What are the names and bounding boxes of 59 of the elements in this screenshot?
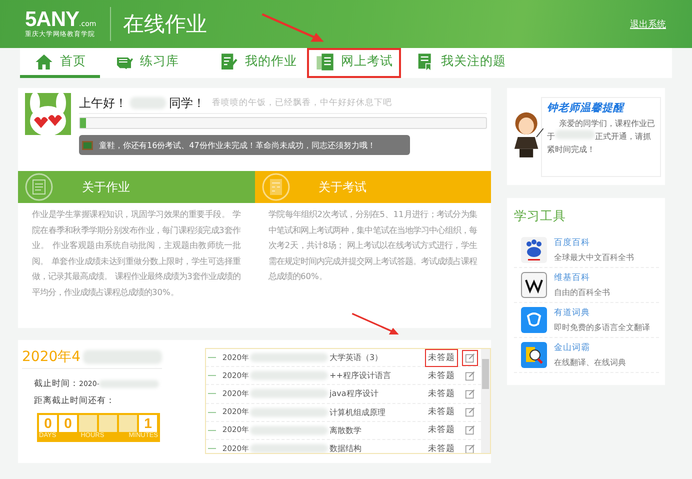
tool-description: 即时免费的多语言全文翻译 — [554, 322, 650, 333]
nav-tab[interactable]: 我的作业 — [205, 48, 307, 78]
calculator-circle-icon — [260, 172, 290, 202]
edit-icon[interactable] — [465, 388, 475, 399]
nav-tab[interactable]: 网上考试 — [307, 48, 401, 78]
cartoon-avatar — [25, 93, 71, 135]
exam-title: 2020年4 — [22, 348, 81, 366]
panel-title: 关于考试 — [318, 178, 366, 196]
edit-icon[interactable] — [465, 370, 475, 381]
tool-description: 全球最大中文百科全书 — [554, 252, 634, 263]
greeting-text: 上午好！ — [79, 94, 127, 112]
nav-tab[interactable]: 我关注的题 — [401, 48, 520, 78]
paw-icon[interactable] — [521, 237, 547, 263]
remaining-label: 距离截止时间还有： — [34, 395, 115, 407]
greeting-subtitle: 香喷喷的午饭，已经飘香，中午好好休息下吧 — [212, 97, 392, 109]
exam-course-link[interactable]: 大学英语（3） — [330, 352, 383, 364]
exam-course-link[interactable]: 计算机组成原理 — [330, 406, 386, 418]
exam-course-link[interactable]: java程序设计 — [330, 388, 378, 400]
edit-icon[interactable] — [465, 407, 475, 418]
tool-link[interactable]: 有道词典 — [554, 307, 650, 319]
nav-tab[interactable]: 练习库 — [100, 48, 205, 78]
exam-status: 未答题 — [428, 388, 455, 400]
panel-text: 学院每年组织2次考试，分别在5、11月进行；考试分为集中笔试和网上考试两种，集中笔试在当地学习中心组织，每次考2天，共计8场； 网上考试以在线考试方式进行，学生需在规定时间内完成并提交网上考试答题。考试成绩占课程总成绩的60%。 — [268, 208, 477, 283]
notice-text: 童鞋，你还有16份考试、47份作业未完成！革命尚未成功，同志还须努力哦！ — [99, 140, 376, 150]
panel-text: 作业是学生掌握课程知识，巩固学习效果的重要手段。 学院在春季和秋季学期分别发布作业，每门课程须完成3套作业。 作业客观题由系统自动批阅，主观题由教师统一批阅。 单套作业成绩未达到重做分数上限时，学生可选择重做，记录其最高成绩。 课程作业最终成绩为3套作业成绩的平均分，作业成绩占课程总成绩的30%。 — [32, 208, 240, 298]
logo-text: 5ANY — [25, 10, 80, 30]
greeting-suffix: 同学！ — [169, 94, 205, 112]
countdown-digit: 0 — [59, 415, 77, 432]
countdown-digit: 1 — [139, 415, 157, 432]
exam-course-link[interactable]: 数据结构 — [330, 443, 362, 453]
tool-link[interactable]: 金山词霸 — [554, 342, 626, 354]
w-letter-icon[interactable] — [521, 272, 547, 298]
documents-icon — [315, 52, 335, 72]
exam-status: 未答题 — [428, 352, 455, 364]
tool-description: 自由的百科全书 — [554, 287, 610, 298]
reminder-title: 钟老师温馨提醒 — [547, 100, 626, 114]
exam-status: 未答题 — [428, 370, 455, 382]
tool-description: 在线翻译、在线词典 — [554, 357, 626, 368]
reminder-text: 亲爱的同学们，课程作业已于 正式开通，请抓紧时间完成！ — [547, 118, 655, 156]
exam-status: 未答题 — [428, 442, 455, 453]
chalkboard-icon — [82, 140, 93, 150]
deadline-label: 截止时间： — [34, 378, 79, 390]
page-title: 在线作业 — [123, 11, 208, 38]
magnifier-icon[interactable] — [521, 342, 547, 368]
tools-title: 学习工具 — [514, 208, 567, 225]
nav-tab[interactable]: 首页 — [20, 48, 100, 78]
document-circle-icon — [24, 172, 54, 202]
exam-course-link[interactable]: ++程序设计语言 — [330, 370, 391, 382]
scrollbar[interactable] — [481, 349, 490, 453]
exam-course-link[interactable]: 离散数学 — [330, 424, 362, 436]
exam-status: 未答题 — [428, 424, 455, 436]
edit-icon[interactable] — [465, 352, 475, 363]
house-icon — [34, 52, 54, 72]
document-pen-icon — [219, 52, 239, 72]
panel-title: 关于作业 — [82, 178, 130, 196]
edit-icon[interactable] — [465, 444, 475, 453]
exam-status: 未答题 — [428, 406, 455, 418]
countdown-digit: 0 — [39, 415, 57, 432]
edit-icon[interactable] — [465, 425, 475, 436]
